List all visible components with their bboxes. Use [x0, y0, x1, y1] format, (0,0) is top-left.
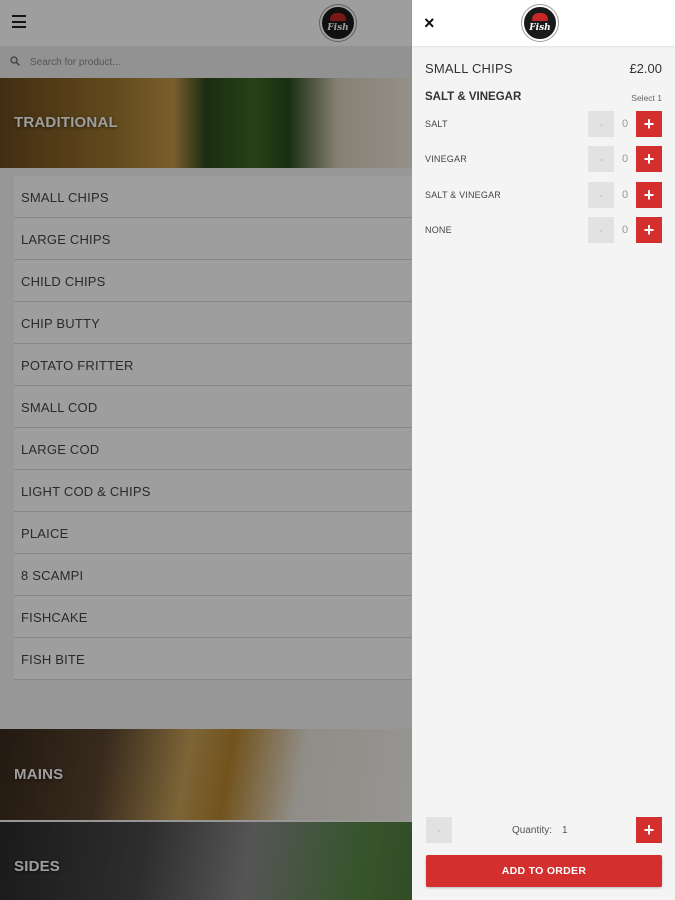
option-row: SALT - 0 + — [412, 110, 675, 138]
option-row: VINEGAR - 0 + — [412, 145, 675, 173]
logo: Fish — [522, 5, 558, 41]
quantity-increment-button[interactable]: + — [636, 817, 662, 843]
modal-overlay[interactable] — [0, 0, 412, 900]
menu-screen: Fish TRADITIONAL SMALL CHIPS LARGE CHIPS… — [0, 0, 412, 900]
option-label: VINEGAR — [425, 154, 467, 164]
quantity-stepper: - Quantity: 1 + — [412, 817, 675, 845]
option-count: 0 — [621, 224, 629, 236]
product-price: £2.00 — [629, 61, 662, 76]
option-row: SALT & VINEGAR - 0 + — [412, 181, 675, 209]
increment-button[interactable]: + — [636, 146, 662, 172]
quantity-decrement-button[interactable]: - — [426, 817, 452, 843]
option-label: NONE — [425, 225, 452, 235]
quantity-value: 1 — [562, 825, 568, 836]
option-count: 0 — [621, 153, 629, 165]
product-name: SMALL CHIPS — [425, 61, 513, 76]
option-group-hint: Select 1 — [631, 93, 662, 103]
decrement-button[interactable]: - — [588, 182, 614, 208]
option-row: NONE - 0 + — [412, 216, 675, 244]
increment-button[interactable]: + — [636, 111, 662, 137]
increment-button[interactable]: + — [636, 182, 662, 208]
add-to-order-button[interactable]: ADD TO ORDER — [426, 855, 662, 887]
increment-button[interactable]: + — [636, 217, 662, 243]
decrement-button[interactable]: - — [588, 146, 614, 172]
option-group-title: SALT & VINEGAR — [425, 91, 522, 103]
decrement-button[interactable]: - — [588, 217, 614, 243]
close-icon[interactable]: × — [424, 14, 435, 32]
option-label: SALT — [425, 119, 448, 129]
product-options-panel: × Fish SMALL CHIPS £2.00 SALT & VINEGAR … — [412, 0, 675, 900]
option-label: SALT & VINEGAR — [425, 190, 501, 200]
logo-text: Fish — [529, 23, 551, 33]
option-count: 0 — [621, 189, 629, 201]
panel-top-bar: × Fish — [412, 0, 675, 46]
option-count: 0 — [621, 118, 629, 130]
decrement-button[interactable]: - — [588, 111, 614, 137]
quantity-label: Quantity: — [512, 825, 553, 836]
